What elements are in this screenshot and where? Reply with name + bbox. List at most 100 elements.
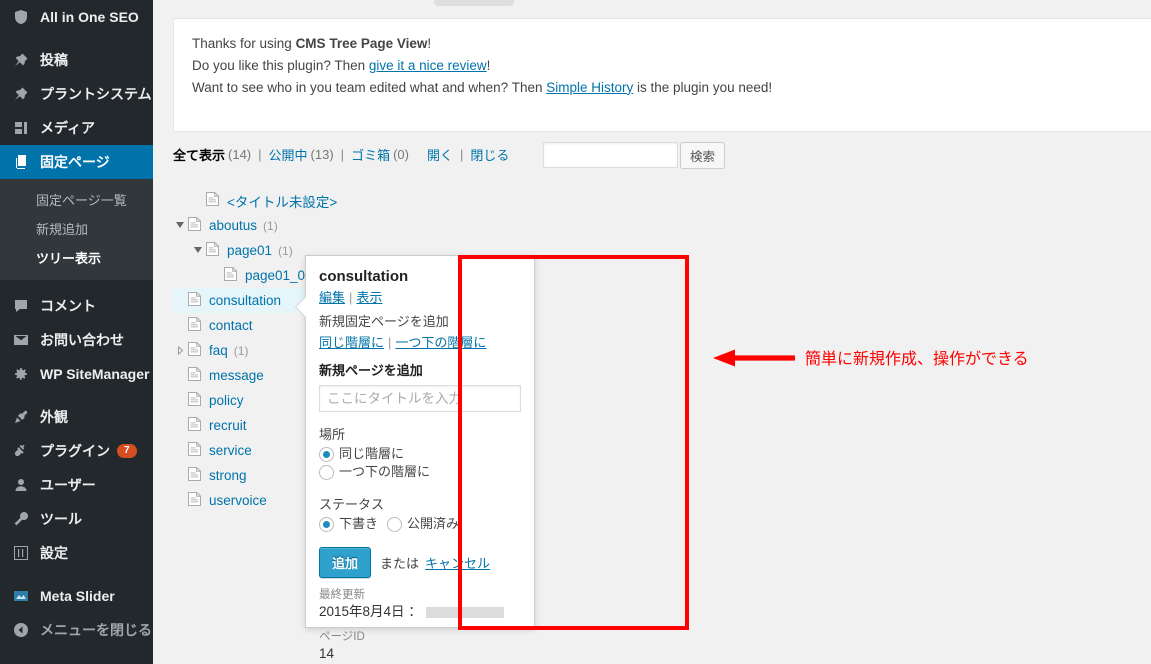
tree-row-label[interactable]: <タイトル未設定> [227,191,337,211]
edit-link[interactable]: 編集 [319,290,345,305]
submenu-item-all-pages[interactable]: 固定ページ一覧 [0,185,153,214]
status-option-draft-label: 下書き [339,516,379,532]
pin-icon [11,50,31,70]
shield-icon [11,7,31,27]
sidebar-label: All in One SEO [40,9,139,25]
simple-history-link[interactable]: Simple History [546,80,633,95]
filter-published-count: (13) [310,147,334,162]
radio-icon[interactable] [319,465,334,481]
add-button[interactable]: 追加 [319,547,372,579]
sidebar-item-wp-sitemanager[interactable]: WP SiteManager [0,357,153,391]
status-label: ステータス [319,497,385,513]
media-icon [11,118,31,138]
expand-all-link[interactable]: 開く [427,145,453,164]
page-file-icon [187,316,204,335]
radio-icon[interactable] [387,517,403,533]
submenu-item-add-new[interactable]: 新規追加 [0,214,153,243]
submenu-item-tree-view[interactable]: ツリー表示 [0,243,153,272]
place-option-child[interactable]: 一つ下の階層に [319,463,430,482]
triangle-right-icon[interactable] [173,344,187,358]
comment-icon [11,296,31,316]
sidebar-label: 外観 [40,409,68,425]
sidebar-item-media[interactable]: メディア [0,111,153,145]
sidebar-label: WP SiteManager [40,366,150,382]
sidebar-label: ユーザー [40,477,96,493]
pages-submenu: 固定ページ一覧 新規追加 ツリー表示 [0,179,153,280]
new-page-title-input[interactable] [319,384,521,412]
place-option-same[interactable]: 同じ階層に [319,445,404,464]
or-text: または [380,556,420,572]
filter-published[interactable]: 公開中 [269,145,308,164]
sidebar-item-comments[interactable]: コメント [0,289,153,323]
sidebar-item-plant-system[interactable]: プラントシステム [0,77,153,111]
tree-row-label[interactable]: recruit [209,418,247,433]
new-page-heading: 新規ページを追加 [319,362,423,378]
sidebar-item-contact-form[interactable]: お問い合わせ [0,323,153,357]
tree-row[interactable]: <タイトル未設定> [173,188,473,213]
sidebar-item-users[interactable]: ユーザー [0,468,153,502]
filter-trash[interactable]: ゴミ箱 [351,145,390,164]
page-file-icon [187,216,204,235]
radio-icon[interactable] [319,446,334,462]
tree-row-label[interactable]: aboutus [209,218,257,233]
tree-row-label[interactable]: message [209,368,264,383]
tree-row-label[interactable]: contact [209,318,253,333]
tree-row[interactable]: aboutus (1) [173,213,473,238]
tree-row-label[interactable]: page01 [227,243,272,258]
page-file-icon [187,391,204,410]
sidebar-item-all-in-one-seo[interactable]: All in One SEO [0,0,153,34]
sidebar-item-appearance[interactable]: 外観 [0,400,153,434]
sidebar-label: Meta Slider [40,588,115,604]
place-radio-group: 同じ階層に 一つ下の階層に [319,445,521,483]
view-link[interactable]: 表示 [356,290,382,305]
notice-line2-post: ! [486,57,491,73]
screen-options-tab-stub[interactable] [434,0,514,6]
review-link[interactable]: give it a nice review [369,58,487,73]
sidebar-item-plugins[interactable]: プラグイン 7 [0,434,153,468]
collapse-all-link[interactable]: 閉じる [470,145,509,164]
page-file-icon [187,466,204,485]
tree-row-label[interactable]: uservoice [209,493,267,508]
tree-row-label[interactable]: service [209,443,252,458]
sidebar-item-settings[interactable]: 設定 [0,536,153,570]
sidebar-item-posts[interactable]: 投稿 [0,43,153,77]
add-child-level-link[interactable]: 一つ下の階層に [395,335,486,350]
status-option-draft[interactable]: 下書き [319,515,378,534]
tree-row-label[interactable]: page01_0 [245,268,305,283]
sidebar-item-tools[interactable]: ツール [0,502,153,536]
search-input[interactable] [543,142,678,168]
page-icon [11,152,31,172]
annotation-text: 簡単に新規作成、操作ができる [805,351,1029,368]
gear-icon [11,364,31,384]
tree-row-label[interactable]: policy [209,393,244,408]
tree-row-label[interactable]: faq [209,343,228,358]
page-file-icon [205,241,222,260]
sidebar-item-pages[interactable]: 固定ページ [0,145,153,179]
notice-line1-post: ! [427,36,432,51]
sidebar-item-meta-slider[interactable]: Meta Slider [0,579,153,613]
filter-all[interactable]: 全て表示 [173,145,225,164]
sliders-icon [11,543,31,563]
tree-row-label[interactable]: strong [209,468,247,483]
collapse-menu-button[interactable]: メニューを閉じる [0,613,153,647]
triangle-down-icon[interactable] [173,219,187,233]
add-page-label: 新規固定ページを追加 [319,313,449,329]
page-action-popup: consultation 編集 | 表示 新規固定ページを追加 同じ階層に | 一つ下の… [295,255,535,661]
add-same-level-link[interactable]: 同じ階層に [319,335,384,350]
status-radio-group: 下書き 公開済み [319,515,521,534]
last-modified-value: 2015年8月4日 ： [319,603,521,621]
tree-row-label[interactable]: consultation [209,293,281,308]
radio-icon[interactable] [319,517,334,533]
search-button[interactable]: 検索 [680,142,726,169]
cancel-link[interactable]: キャンセル [425,553,490,572]
wp-body: Thanks for using CMS Tree Page View! Do … [153,0,1151,664]
admin-sidebar: All in One SEO 投稿 プラントシステム メディア 固定ページ 固定… [0,0,153,664]
triangle-down-icon[interactable] [191,244,205,258]
status-filter-links: 全て表示 (14) | 公開中 (13) | ゴミ箱 (0) 開く | 閉じる [173,145,509,164]
status-option-published[interactable]: 公開済み [387,515,459,534]
